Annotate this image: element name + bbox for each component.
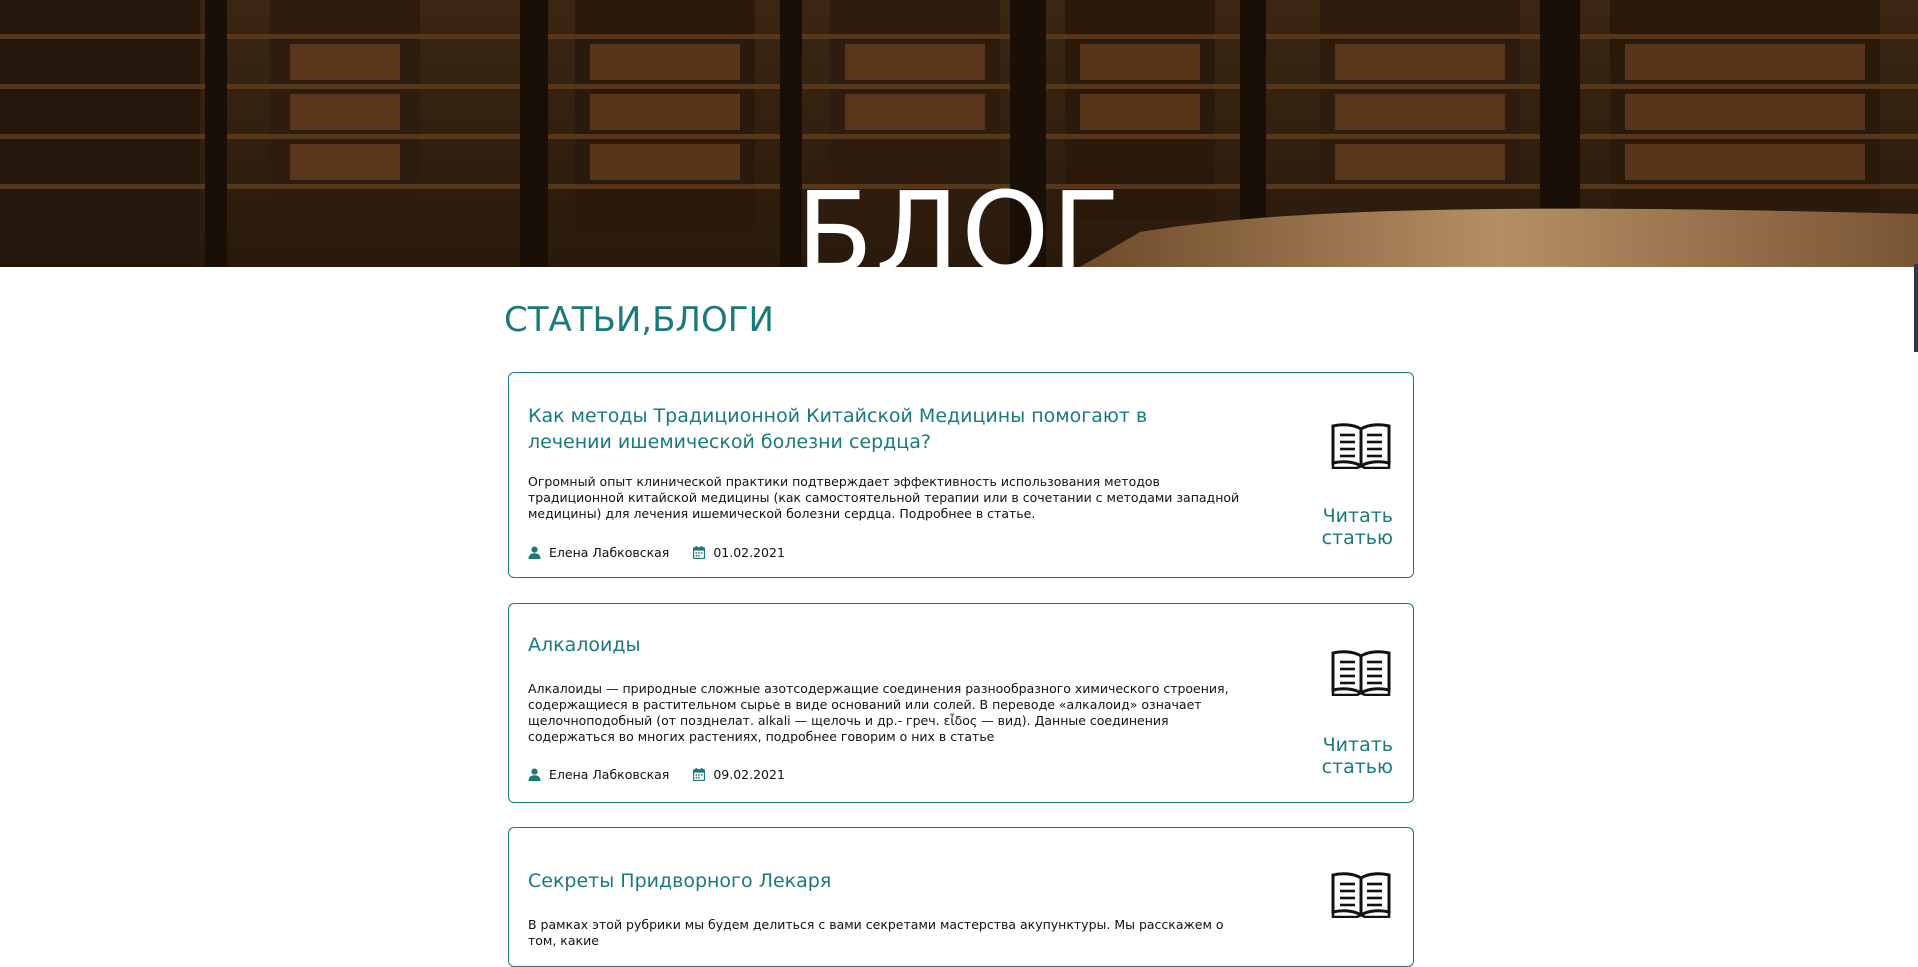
article-title[interactable]: Как методы Традиционной Китайской Медици… bbox=[528, 403, 1228, 455]
article-meta: Елена Лабковская 01.02.2021 bbox=[528, 545, 809, 560]
article-card[interactable]: Секреты Придворного Лекаря В рамках этой… bbox=[508, 827, 1414, 967]
author: Елена Лабковская bbox=[528, 545, 669, 560]
article-excerpt: В рамках этой рубрики мы будем делиться … bbox=[528, 917, 1224, 948]
article-card[interactable]: Как методы Традиционной Китайской Медици… bbox=[508, 372, 1414, 578]
article-meta: Елена Лабковская 09.02.2021 bbox=[528, 767, 809, 782]
article-excerpt: Алкалоиды — природные сложные азотсодерж… bbox=[528, 681, 1229, 744]
user-icon bbox=[528, 546, 541, 559]
hero-banner: БЛОГ bbox=[0, 0, 1918, 267]
open-book-icon bbox=[1331, 650, 1391, 696]
open-book-icon bbox=[1331, 872, 1391, 918]
date-text: 09.02.2021 bbox=[713, 767, 785, 782]
author-name: Елена Лабковская bbox=[549, 767, 670, 782]
article-title[interactable]: Секреты Придворного Лекаря bbox=[528, 868, 1228, 894]
author-name: Елена Лабковская bbox=[549, 545, 670, 560]
date-text: 01.02.2021 bbox=[713, 545, 785, 560]
section-title: СТАТЬИ,БЛОГИ bbox=[504, 300, 774, 340]
open-book-icon bbox=[1331, 423, 1391, 469]
article-title[interactable]: Алкалоиды bbox=[528, 632, 1228, 658]
date: 01.02.2021 bbox=[693, 545, 785, 560]
date: 09.02.2021 bbox=[693, 767, 785, 782]
calendar-icon bbox=[693, 768, 706, 781]
article-card[interactable]: Алкалоиды Алкалоиды — природные сложные … bbox=[508, 603, 1414, 803]
hero-title: БЛОГ bbox=[796, 169, 1122, 267]
scrollbar-thumb[interactable] bbox=[1914, 264, 1918, 352]
read-article-link[interactable]: Читать статью bbox=[1253, 734, 1393, 778]
user-icon bbox=[528, 768, 541, 781]
article-excerpt: Огромный опыт клинической практики подтв… bbox=[528, 474, 1240, 521]
read-article-link[interactable]: Читать статью bbox=[1253, 505, 1393, 549]
calendar-icon bbox=[693, 546, 706, 559]
author: Елена Лабковская bbox=[528, 767, 669, 782]
